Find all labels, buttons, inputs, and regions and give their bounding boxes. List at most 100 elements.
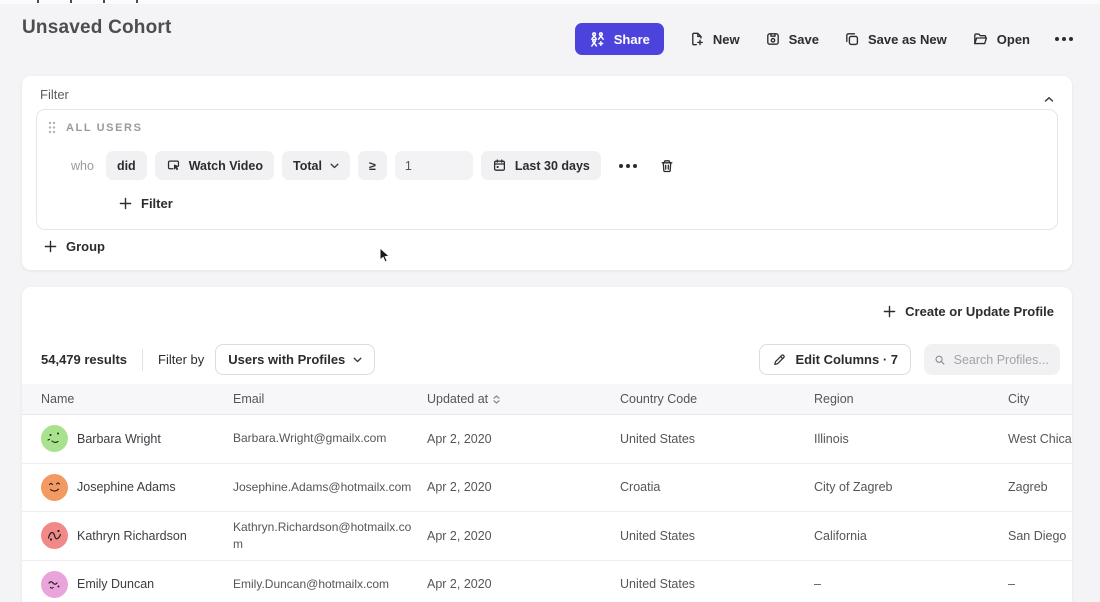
event-selector[interactable]: Watch Video [155, 151, 274, 180]
aggregation-selector[interactable]: Total [282, 151, 350, 180]
profile-email-cell: Emily.Duncan@hotmailx.com [233, 576, 419, 593]
table-body: Barbara Wright Barbara.Wright@gmailx.com… [22, 415, 1072, 602]
chevron-down-icon [330, 163, 339, 169]
did-label: did [117, 159, 136, 173]
profile-country-cell: Croatia [620, 480, 814, 494]
profile-region-cell: California [814, 529, 1008, 543]
drag-handle-icon[interactable] [48, 121, 56, 134]
add-group-label: Group [66, 239, 105, 254]
pencil-icon [772, 352, 787, 367]
open-button-label: Open [997, 32, 1030, 47]
add-filter-button[interactable]: Filter [119, 196, 173, 211]
who-label: who [71, 159, 94, 173]
table-row[interactable]: Josephine Adams Josephine.Adams@hotmailx… [22, 464, 1072, 513]
add-filter-label: Filter [141, 196, 173, 211]
share-button-label: Share [614, 32, 650, 47]
column-header-city[interactable]: City [1008, 392, 1072, 406]
chevron-up-icon [1044, 96, 1054, 103]
new-file-icon [689, 31, 705, 47]
save-as-new-button-label: Save as New [868, 32, 947, 47]
profile-updated-cell: Apr 2, 2020 [427, 480, 620, 494]
chevron-down-icon [353, 357, 362, 363]
profile-region-cell: City of Zagreb [814, 480, 1008, 494]
add-group-button[interactable]: Group [44, 239, 105, 254]
column-header-region[interactable]: Region [814, 392, 1008, 406]
clipped-breadcrumb-mark [103, 0, 105, 3]
profile-type-dropdown[interactable]: Users with Profiles [215, 344, 375, 375]
cohort-page: Unsaved Cohort Share New [0, 0, 1100, 602]
collapse-panel-button[interactable] [1040, 87, 1058, 110]
search-profiles-input[interactable] [954, 353, 1050, 367]
share-button[interactable]: Share [575, 23, 664, 55]
avatar [41, 522, 68, 549]
condition-more-button[interactable] [615, 162, 641, 170]
clipped-breadcrumb-mark [136, 0, 138, 3]
save-as-new-button[interactable]: Save as New [844, 31, 947, 47]
did-selector[interactable]: did [106, 151, 147, 180]
ellipsis-icon [1055, 37, 1073, 41]
table-row[interactable]: Barbara Wright Barbara.Wright@gmailx.com… [22, 415, 1072, 464]
clipped-breadcrumb-mark [37, 0, 39, 3]
mouse-cursor [379, 247, 392, 264]
date-range-selector[interactable]: Last 30 days [481, 151, 601, 180]
folder-icon [972, 31, 989, 47]
profile-updated-cell: Apr 2, 2020 [427, 432, 620, 446]
avatar [41, 571, 68, 598]
avatar [41, 474, 68, 501]
profile-city-cell: West Chicago [1008, 432, 1072, 446]
edit-columns-button[interactable]: Edit Columns · 7 [759, 344, 911, 375]
column-header-email[interactable]: Email [233, 392, 427, 406]
table-row[interactable]: Kathryn Richardson Kathryn.Richardson@ho… [22, 512, 1072, 561]
cohort-group-box: ALL USERS who did Watch Video [36, 109, 1058, 230]
column-header-country-code[interactable]: Country Code [620, 392, 814, 406]
new-button-label: New [713, 32, 740, 47]
table-header: Name Email Updated at Country Code Regio… [22, 384, 1072, 415]
profile-region-cell: – [814, 577, 1008, 591]
calendar-icon [492, 158, 507, 173]
plus-icon [44, 240, 57, 253]
profile-city-cell: San Diego [1008, 529, 1072, 543]
clipped-header-edge [0, 0, 1100, 4]
operator-selector[interactable]: ≥ [358, 151, 387, 180]
filter-condition-row: who did Watch Video Total [71, 151, 679, 180]
save-button[interactable]: Save [765, 31, 819, 47]
profile-email-cell: Kathryn.Richardson@hotmailx.com [233, 519, 419, 553]
operator-label: ≥ [369, 159, 376, 173]
page-title: Unsaved Cohort [22, 17, 172, 39]
share-users-icon [589, 31, 606, 47]
profile-country-cell: United States [620, 529, 814, 543]
column-header-updated-at[interactable]: Updated at [427, 392, 620, 406]
create-or-update-profile-button[interactable]: Create or Update Profile [883, 304, 1054, 319]
profile-updated-cell: Apr 2, 2020 [427, 529, 620, 543]
date-range-label: Last 30 days [515, 159, 590, 173]
ellipsis-icon [619, 164, 637, 168]
new-button[interactable]: New [689, 31, 740, 47]
filter-by-label: Filter by [158, 352, 204, 367]
search-icon [934, 353, 946, 367]
group-title: ALL USERS [66, 122, 143, 134]
filter-panel: Filter ALL USERS who did [22, 76, 1072, 270]
toolbar-right: Edit Columns · 7 [759, 344, 1060, 375]
create-profile-label: Create or Update Profile [905, 304, 1054, 319]
threshold-input[interactable] [395, 151, 473, 180]
profile-email-cell: Josephine.Adams@hotmailx.com [233, 479, 419, 496]
save-icon [765, 31, 781, 47]
sort-icon [493, 395, 500, 404]
profile-city-cell: Zagreb [1008, 480, 1072, 494]
open-button[interactable]: Open [972, 31, 1030, 47]
filter-panel-title: Filter [40, 87, 69, 102]
profile-country-cell: United States [620, 432, 814, 446]
profiles-panel: Create or Update Profile 54,479 results … [22, 287, 1072, 602]
divider [142, 349, 143, 371]
more-options-button[interactable] [1055, 37, 1073, 41]
profile-region-cell: Illinois [814, 432, 1008, 446]
profiles-toolbar: 54,479 results Filter by Users with Prof… [22, 335, 1072, 384]
delete-condition-button[interactable] [655, 156, 679, 176]
event-icon [166, 158, 181, 173]
edit-columns-label: Edit Columns · 7 [795, 352, 898, 367]
column-header-name[interactable]: Name [41, 392, 233, 406]
table-row[interactable]: Emily Duncan Emily.Duncan@hotmailx.com A… [22, 561, 1072, 602]
save-button-label: Save [789, 32, 819, 47]
header-actions: Share New Save [575, 23, 1073, 55]
trash-icon [659, 158, 675, 174]
